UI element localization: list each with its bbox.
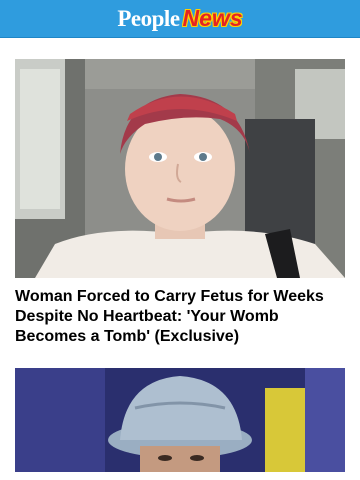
logo-people-text: People: [117, 6, 180, 31]
logo-news-text: News: [182, 5, 243, 31]
article-headline[interactable]: Woman Forced to Carry Fetus for Weeks De…: [15, 287, 345, 347]
article-card[interactable]: [15, 368, 345, 472]
article-card[interactable]: Woman Forced to Carry Fetus for Weeks De…: [15, 59, 345, 347]
app-header: People News: [0, 0, 360, 38]
article-image[interactable]: [15, 368, 345, 472]
people-news-logo[interactable]: People News: [117, 5, 243, 31]
article-image[interactable]: [15, 59, 345, 278]
article-feed: Woman Forced to Carry Fetus for Weeks De…: [0, 59, 360, 472]
